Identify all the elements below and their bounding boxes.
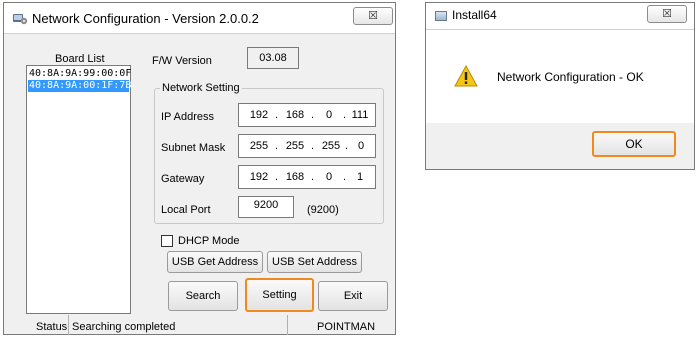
dhcp-checkbox[interactable] — [161, 235, 173, 247]
board-list-item[interactable]: 40:8A:9A:99:00:0F — [28, 68, 131, 80]
app-icon — [12, 10, 28, 26]
close-icon: ☒ — [662, 8, 672, 20]
ip-dot: . — [311, 109, 315, 121]
ip-octet-4[interactable]: 111 — [347, 104, 373, 126]
subnet-mask-field[interactable]: 255 . 255 . 255 . 0 — [238, 134, 376, 158]
ip-octet-2[interactable]: 168 — [281, 104, 309, 126]
dialog-app-icon — [435, 11, 447, 21]
close-icon: ☒ — [368, 10, 378, 22]
fw-version-label: F/W Version — [152, 55, 212, 67]
subnet-octet-1[interactable]: 255 — [245, 135, 273, 157]
ip-dot: . — [345, 140, 349, 152]
title-bar: Network Configuration - Version 2.0.0.2 … — [4, 3, 395, 34]
ip-dot: . — [311, 140, 315, 152]
subnet-octet-2[interactable]: 255 — [281, 135, 309, 157]
ip-octet-1[interactable]: 192 — [245, 104, 273, 126]
status-divider — [287, 315, 288, 335]
exit-button[interactable]: Exit — [318, 281, 388, 311]
gateway-octet-2[interactable]: 168 — [281, 166, 309, 188]
ip-dot: . — [275, 171, 279, 183]
status-text: Searching completed — [72, 321, 176, 333]
board-list-item-selected[interactable]: 40:8A:9A:00:1F:7B — [28, 80, 131, 92]
dhcp-label: DHCP Mode — [178, 235, 240, 247]
subnet-mask-label: Subnet Mask — [161, 142, 226, 154]
subnet-octet-3[interactable]: 255 — [317, 135, 345, 157]
dialog-message: Network Configuration - OK — [497, 70, 644, 84]
ip-address-label: IP Address — [161, 111, 214, 123]
ip-dot: . — [343, 109, 347, 121]
ok-button[interactable]: OK — [592, 131, 676, 157]
window-title: Network Configuration - Version 2.0.0.2 — [32, 11, 259, 26]
ip-octet-3[interactable]: 0 — [317, 104, 341, 126]
board-list-header: Board List — [55, 53, 105, 65]
ip-dot: . — [343, 171, 347, 183]
close-button[interactable]: ☒ — [353, 7, 393, 25]
gateway-octet-1[interactable]: 192 — [245, 166, 273, 188]
install64-dialog: Install64 ☒ Network Configuration - OK O… — [425, 2, 695, 170]
gateway-octet-3[interactable]: 0 — [317, 166, 341, 188]
ip-dot: . — [275, 140, 279, 152]
search-button[interactable]: Search — [168, 281, 238, 311]
local-port-default: (9200) — [307, 204, 339, 216]
dialog-close-button[interactable]: ☒ — [647, 5, 687, 23]
ip-address-field[interactable]: 192 . 168 . 0 . 111 — [238, 103, 376, 127]
warning-icon — [454, 64, 478, 87]
fw-version-value: 03.08 — [247, 47, 299, 69]
gateway-label: Gateway — [161, 173, 205, 185]
network-setting-legend: Network Setting — [160, 82, 242, 94]
gateway-octet-4[interactable]: 1 — [347, 166, 373, 188]
network-config-window: Network Configuration - Version 2.0.0.2 … — [3, 2, 396, 335]
subnet-octet-4[interactable]: 0 — [349, 135, 373, 157]
setting-button[interactable]: Setting — [245, 278, 314, 312]
ip-dot: . — [275, 109, 279, 121]
status-divider — [68, 315, 69, 335]
dialog-title-bar: Install64 ☒ — [426, 3, 694, 30]
device-name: POINTMAN — [317, 321, 376, 333]
ip-dot: . — [311, 171, 315, 183]
local-port-label: Local Port — [161, 204, 211, 216]
local-port-field[interactable]: 9200 — [238, 196, 294, 218]
dialog-title: Install64 — [452, 8, 497, 22]
usb-set-address-button[interactable]: USB Set Address — [267, 251, 362, 273]
usb-get-address-button[interactable]: USB Get Address — [167, 251, 263, 273]
status-label: Status — [36, 321, 68, 333]
board-list[interactable]: 40:8A:9A:99:00:0F 40:8A:9A:00:1F:7B — [26, 65, 131, 314]
gateway-field[interactable]: 192 . 168 . 0 . 1 — [238, 165, 376, 189]
